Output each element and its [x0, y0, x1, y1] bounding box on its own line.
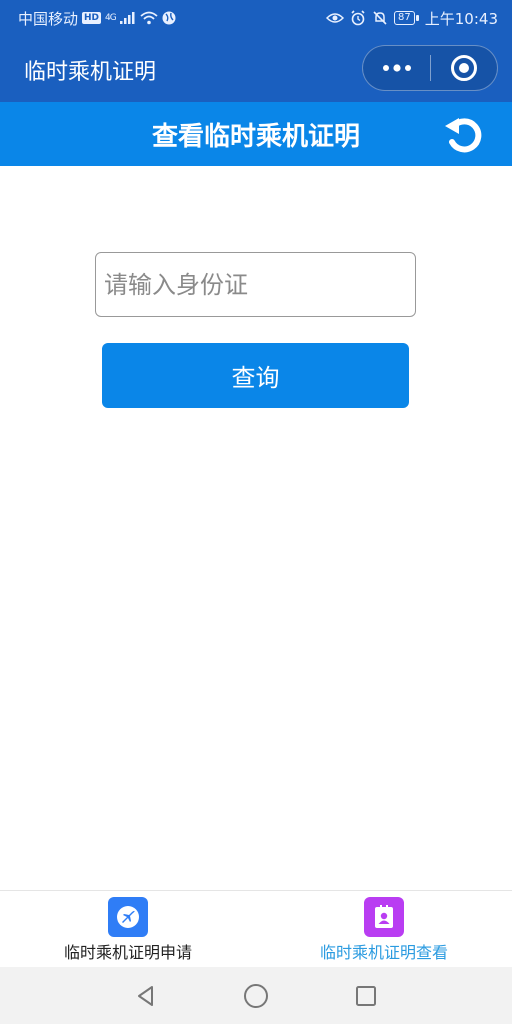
- mute-bell-icon: [373, 11, 387, 25]
- wifi-icon: [140, 11, 158, 25]
- signal-icon: [119, 12, 135, 24]
- id-number-input[interactable]: [95, 252, 416, 317]
- recents-square-icon: [356, 985, 376, 1006]
- refresh-icon: [445, 118, 482, 153]
- mini-program-capsule: [362, 45, 498, 91]
- header-bar: 查看临时乘机证明: [0, 102, 512, 166]
- battery-icon: 87: [394, 11, 419, 25]
- more-dots-icon: [382, 64, 411, 72]
- query-button[interactable]: 查询: [102, 343, 409, 408]
- status-right: 87 上午10:43: [326, 8, 498, 29]
- recents-key[interactable]: [344, 974, 388, 1018]
- alarm-icon: [351, 10, 365, 26]
- tab-apply-label: 临时乘机证明申请: [63, 943, 192, 962]
- refresh-button[interactable]: [440, 110, 488, 158]
- page: 中国移动 HD 4G 87 上午10:43 临时乘机证明 查看临时乘机证明 请输…: [0, 0, 512, 1024]
- home-circle-icon: [244, 983, 268, 1008]
- back-key[interactable]: [124, 974, 168, 1018]
- system-nav-bar: [0, 967, 512, 1024]
- battery-level: 87: [394, 11, 415, 25]
- page-title: 查看临时乘机证明: [151, 122, 360, 152]
- tab-view-label: 临时乘机证明查看: [319, 943, 448, 962]
- globe-icon: [162, 11, 176, 25]
- tab-apply[interactable]: 临时乘机证明申请: [0, 891, 256, 967]
- target-circle-icon: [450, 55, 477, 81]
- clock-label: 上午10:43: [424, 9, 498, 28]
- status-left: 中国移动 HD 4G: [18, 8, 176, 29]
- tab-apply-icon-bg: [108, 897, 148, 937]
- more-button[interactable]: [363, 45, 430, 91]
- eye-icon: [326, 13, 345, 23]
- hd-badge: HD: [82, 12, 102, 24]
- back-triangle-icon: [138, 985, 153, 1006]
- airplane-icon: [117, 906, 139, 928]
- status-bar: 中国移动 HD 4G 87 上午10:43: [0, 0, 512, 36]
- tab-view-icon-bg: [364, 897, 404, 937]
- id-card-icon: [375, 905, 393, 928]
- nav-title: 临时乘机证明: [24, 60, 157, 85]
- carrier-label: 中国移动: [18, 9, 79, 28]
- network-label: 4G: [105, 13, 117, 23]
- home-key[interactable]: [234, 974, 278, 1018]
- top-bar: 中国移动 HD 4G 87 上午10:43 临时乘机证明: [0, 0, 512, 102]
- tab-view[interactable]: 临时乘机证明查看: [256, 891, 512, 967]
- tab-bar: 临时乘机证明申请 临时乘机证明查看: [0, 890, 512, 967]
- close-button[interactable]: [431, 45, 497, 91]
